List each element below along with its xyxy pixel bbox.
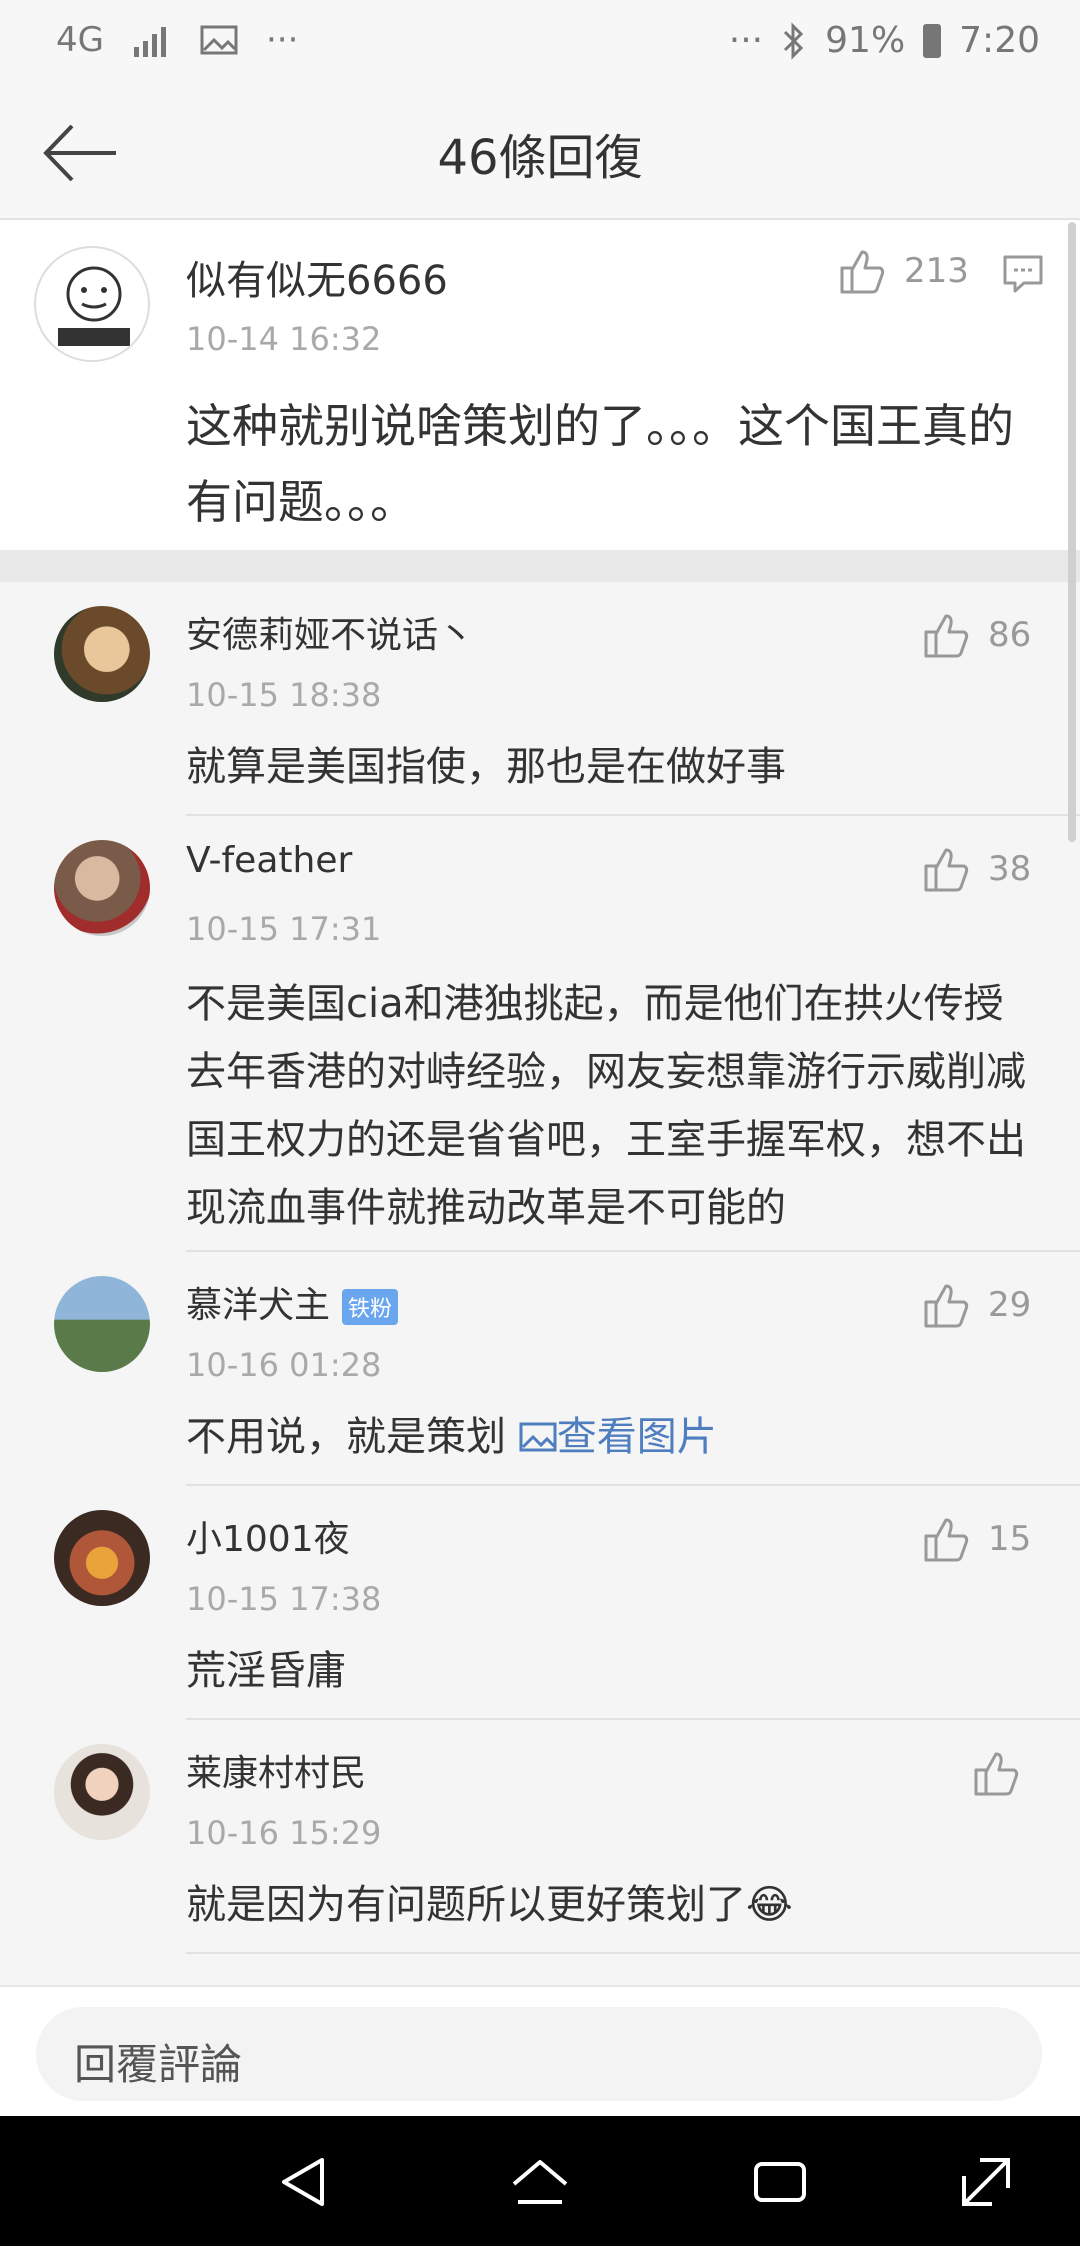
- recents-icon: [754, 2162, 806, 2202]
- like-count: 38: [988, 849, 1032, 889]
- comment-text-body: 不用说，就是策划: [186, 1414, 506, 1460]
- divider: [186, 814, 1080, 816]
- comment-text: 就算是美国指使，那也是在做好事: [186, 744, 786, 790]
- back-triangle-icon: [282, 2158, 324, 2206]
- like-button[interactable]: [972, 1750, 1038, 1796]
- comment-username[interactable]: 莱康村村民: [186, 1744, 366, 1796]
- status-more-icon: ···: [728, 20, 764, 61]
- avatar[interactable]: [54, 1744, 150, 1840]
- battery-percent: 91%: [825, 20, 906, 61]
- like-button[interactable]: 29: [922, 1282, 1031, 1328]
- comment-time: 10-15 18:38: [186, 676, 382, 714]
- reply-list: 安德莉娅不说话丶 10-15 18:38 86 就算是美国指使，那也是在做好事 …: [0, 582, 1080, 1982]
- comment-text-body: 就是因为有问题所以更好策划了: [186, 1882, 746, 1928]
- reply-input[interactable]: 回覆評論: [36, 2007, 1042, 2101]
- thumbs-up-icon: [924, 614, 969, 658]
- divider: [186, 1718, 1080, 1720]
- divider: [186, 1484, 1080, 1486]
- comment-text: 不是美国cia和港独挑起，而是他们在拱火传授去年香港的对峙经验，网友妄想靠游行示…: [186, 981, 1026, 1231]
- section-divider: [0, 550, 1080, 582]
- thumbs-up-icon: [924, 848, 969, 892]
- clock: 7:20: [959, 20, 1040, 61]
- image-icon: [519, 1422, 557, 1452]
- divider: [186, 1250, 1080, 1252]
- like-count: 86: [988, 615, 1032, 655]
- header-bar: 46條回復: [0, 90, 1080, 220]
- comment-time: 10-15 17:38: [186, 1580, 382, 1618]
- view-image-link[interactable]: 查看图片: [519, 1414, 717, 1460]
- bluetooth-icon: [784, 21, 804, 60]
- comment-username[interactable]: V-feather: [186, 840, 352, 881]
- comment-time: 10-16 15:29: [186, 1814, 382, 1852]
- nav-back-button[interactable]: [276, 2154, 332, 2214]
- like-count: 213: [904, 251, 969, 291]
- comment-time: 10-16 01:28: [186, 1346, 382, 1384]
- home-icon: [512, 2160, 568, 2204]
- comment-time: 10-14 16:32: [186, 320, 382, 358]
- comment-time: 10-15 17:31: [186, 910, 382, 948]
- scrollbar[interactable]: [1068, 222, 1076, 842]
- avatar[interactable]: [54, 1510, 150, 1606]
- thumbs-up-icon: [974, 1752, 1019, 1796]
- network-indicator: 4G: [56, 20, 104, 60]
- like-button[interactable]: 86: [922, 612, 1031, 658]
- avatar[interactable]: [34, 246, 150, 362]
- page-title: 46條回復: [437, 130, 643, 186]
- comment-username[interactable]: 似有似无6666: [186, 248, 448, 306]
- comment-text: 这种就别说啥策划的了。。。这个国王真的有问题。。。: [186, 399, 1014, 529]
- notification-more-icon: ···: [265, 20, 299, 60]
- laughing-emoji-icon: 😂: [746, 1882, 793, 1928]
- like-button[interactable]: 213: [838, 248, 969, 294]
- comment-text: 荒淫昏庸: [186, 1648, 346, 1694]
- comment-text: 就是因为有问题所以更好策划了😂: [186, 1872, 793, 1930]
- fan-badge: 铁粉: [342, 1289, 399, 1325]
- avatar[interactable]: [54, 840, 150, 936]
- comment-username[interactable]: 小1001夜: [186, 1510, 350, 1562]
- battery-icon: [923, 23, 942, 58]
- like-count: 29: [988, 1285, 1032, 1325]
- reply-bar: 回覆評論: [0, 1985, 1080, 2117]
- status-bar: 4G ··· ··· 91% 7:20: [0, 0, 1080, 90]
- meme-avatar-icon: [58, 266, 130, 346]
- reply-comment-button[interactable]: [1002, 254, 1044, 298]
- system-nav-bar: [0, 2116, 1080, 2246]
- comment-text: 不用说，就是策划 查看图片: [186, 1404, 717, 1462]
- like-button[interactable]: 38: [922, 846, 1031, 892]
- signal-icon: [133, 27, 166, 57]
- image-icon: [200, 25, 238, 55]
- comment-username-text[interactable]: 慕洋犬主: [186, 1285, 330, 1326]
- like-button[interactable]: 15: [922, 1516, 1031, 1562]
- comment-username[interactable]: 安德莉娅不说话丶: [186, 606, 474, 658]
- divider: [186, 1952, 1080, 1954]
- nav-expand-button[interactable]: [958, 2154, 1014, 2214]
- avatar[interactable]: [54, 1276, 150, 1372]
- expand-icon: [962, 2158, 1010, 2206]
- nav-recents-button[interactable]: [750, 2154, 810, 2214]
- thumbs-up-icon: [924, 1284, 969, 1328]
- like-count: 15: [988, 1519, 1032, 1559]
- thumbs-up-icon: [924, 1518, 969, 1562]
- comment-username: 慕洋犬主 铁粉: [186, 1276, 399, 1328]
- nav-home-button[interactable]: [508, 2154, 572, 2214]
- view-image-label: 查看图片: [556, 1414, 717, 1460]
- reply-placeholder: 回覆評論: [74, 2040, 243, 2089]
- comment-icon: [1003, 255, 1043, 293]
- avatar[interactable]: [54, 606, 150, 702]
- parent-comment: 似有似无6666 10-14 16:32 213 这种就别说啥策划的了。。。这个…: [0, 220, 1080, 550]
- thumbs-up-icon: [840, 250, 885, 294]
